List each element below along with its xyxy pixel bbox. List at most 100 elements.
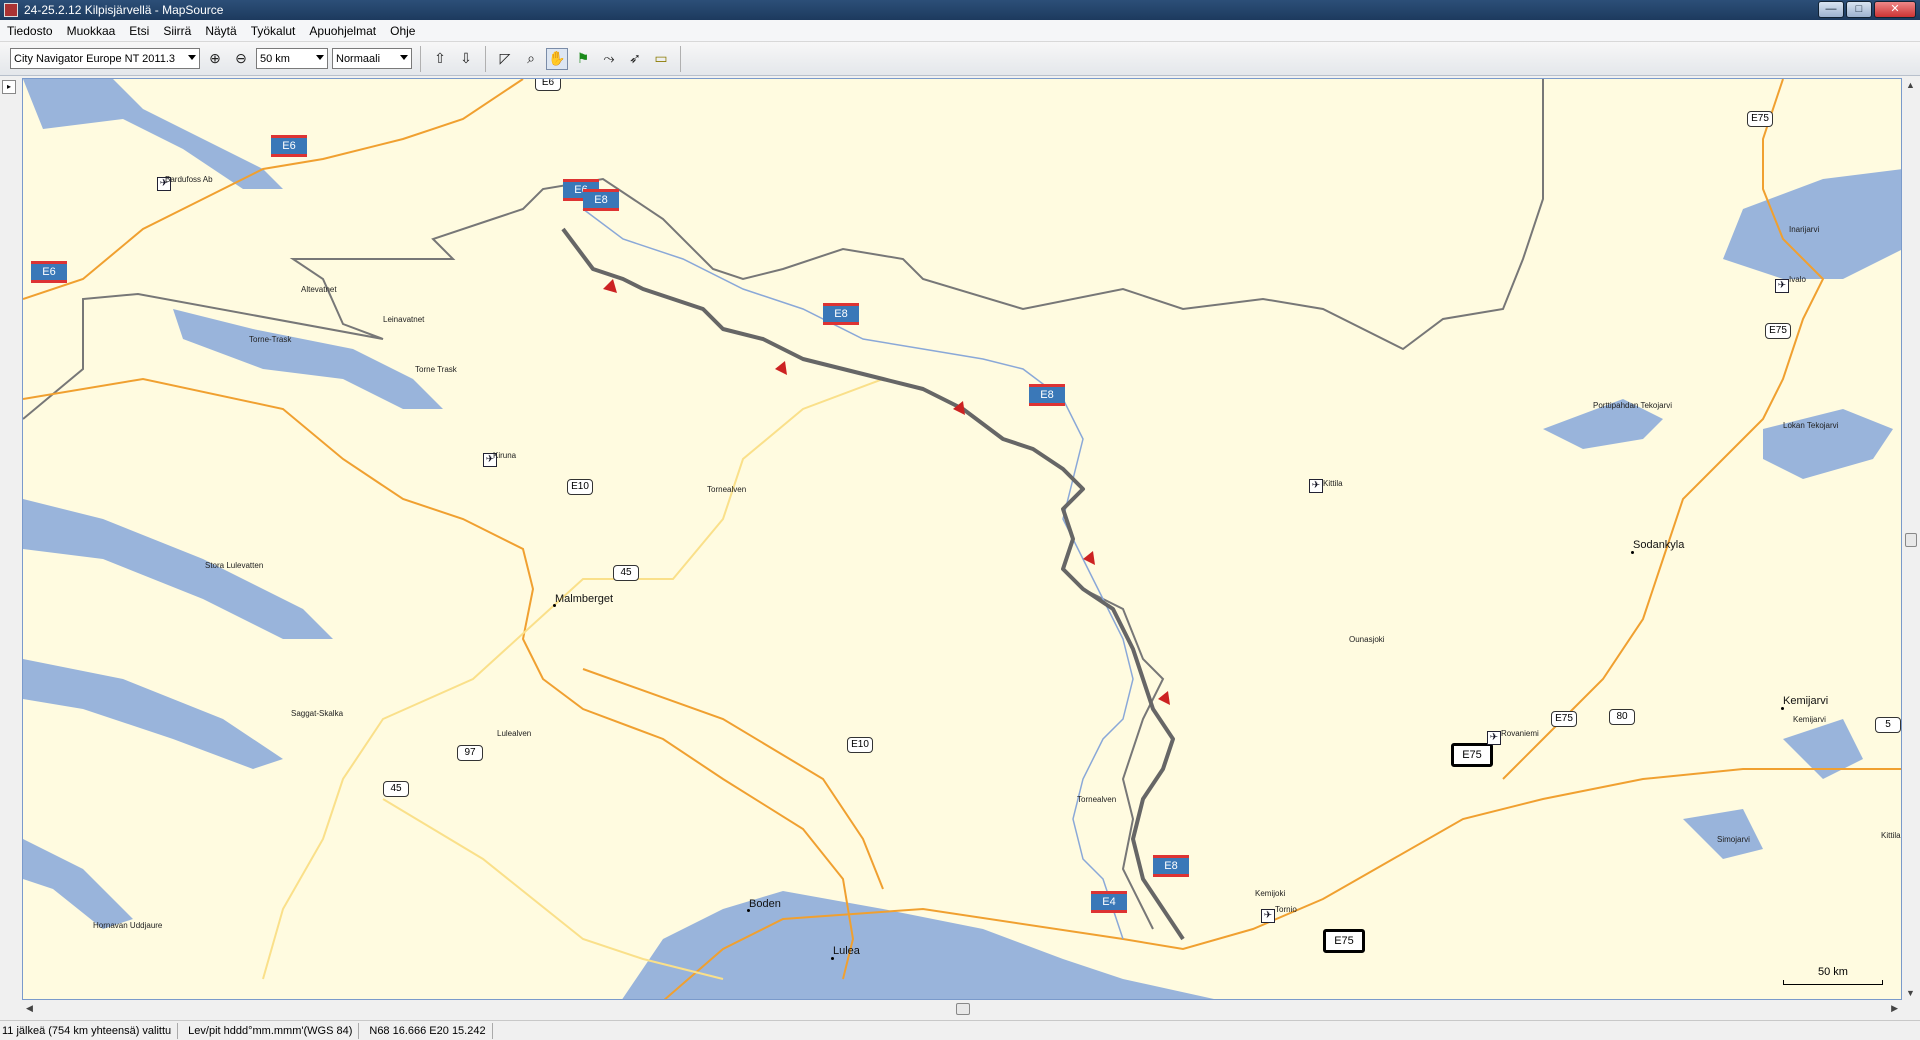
menu-bar: Tiedosto Muokkaa Etsi Siirrä Näytä Työka… — [0, 20, 1920, 42]
road-shield-e75: E75 — [1323, 929, 1365, 953]
lake — [23, 79, 283, 189]
detail-value: Normaali — [336, 52, 381, 65]
place-label: Kemijoki — [1255, 889, 1286, 898]
route-direction-marker — [775, 361, 787, 375]
road — [23, 377, 855, 980]
toolbar-separator — [485, 45, 486, 72]
close-button[interactable]: ✕ — [1874, 1, 1916, 18]
inarijarvi-lake — [1723, 169, 1901, 279]
toolbar-separator — [680, 45, 681, 72]
place-label: Porttipahdan Tekojarvi — [1593, 401, 1673, 410]
road-shield-e75: E75 — [1765, 323, 1791, 339]
status-cursor-coordinates: N68 16.666 E20 15.242 — [359, 1022, 493, 1039]
city-label: Sodankyla — [1633, 539, 1685, 551]
map-product-value: City Navigator Europe NT 2011.3 — [14, 52, 176, 65]
scroll-down-icon[interactable]: ▼ — [1906, 988, 1915, 998]
scroll-thumb[interactable] — [1905, 533, 1917, 547]
menu-muokkaa[interactable]: Muokkaa — [60, 24, 123, 38]
place-label: Torne-Trask — [249, 335, 292, 344]
gps-track — [561, 227, 1185, 941]
expand-panel-button[interactable]: ▸ — [2, 80, 16, 94]
road-shield-e6: E6 — [271, 135, 307, 157]
road-shield-e6: E6 — [535, 79, 561, 91]
menu-nayta[interactable]: Näytä — [198, 24, 243, 38]
road-shield-e4: E4 — [1091, 891, 1127, 913]
vertical-scrollbar[interactable]: ▲ ▼ — [1902, 78, 1920, 1000]
toolbar: City Navigator Europe NT 2011.3 ⊕ ⊖ 50 k… — [0, 42, 1920, 76]
window-title: 24-25.2.12 Kilpisjärvellä - MapSource — [24, 3, 224, 17]
map-canvas — [23, 79, 1901, 999]
selection-tool-icon[interactable]: ➶ — [624, 48, 646, 70]
chevron-down-icon — [400, 55, 408, 60]
lake — [23, 659, 283, 769]
place-label: Ounasjoki — [1349, 635, 1385, 644]
scroll-up-icon[interactable]: ▲ — [1906, 80, 1915, 90]
road-shield-80: 80 — [1609, 709, 1635, 725]
place-label: Stora Lulevatten — [205, 561, 264, 570]
send-to-device-icon[interactable]: ⇩ — [455, 48, 477, 70]
airport-icon: ✈ — [1775, 279, 1789, 293]
place-label: Kittila — [1881, 831, 1901, 840]
route-direction-marker — [1158, 691, 1170, 705]
receive-from-device-icon[interactable]: ⇧ — [429, 48, 451, 70]
minimize-button[interactable]: — — [1818, 1, 1844, 18]
scroll-right-icon[interactable]: ▶ — [1891, 1003, 1898, 1014]
scroll-left-icon[interactable]: ◀ — [26, 1003, 33, 1014]
map-tool-icon[interactable]: ◸ — [494, 48, 516, 70]
airport-icon: ✈ — [1261, 909, 1275, 923]
status-coordinate-format: Lev/pit hddd°mm.mmm'(WGS 84) — [178, 1022, 360, 1039]
city-marker — [831, 957, 834, 960]
maximize-button[interactable]: □ — [1846, 1, 1872, 18]
map-view[interactable]: E6 E6 E6 E8 E8 E8 E8 E4 E6 E10 45 97 45 … — [22, 78, 1902, 1000]
place-label: Rovaniemi — [1501, 729, 1539, 738]
route-tool-icon[interactable]: ⤳ — [598, 48, 620, 70]
place-label: Leinavatnet — [383, 315, 425, 324]
lokka-lake — [1763, 409, 1893, 479]
place-label: Saggat-Skalka — [291, 709, 344, 718]
city-marker — [1631, 551, 1634, 554]
zoom-tool-icon[interactable]: ⌕ — [520, 48, 542, 70]
scroll-thumb[interactable] — [956, 1003, 970, 1015]
title-bar: 24-25.2.12 Kilpisjärvellä - MapSource — … — [0, 0, 1920, 20]
zoom-in-icon[interactable]: ⊕ — [204, 48, 226, 70]
route-direction-marker — [603, 279, 617, 293]
road-shield-e8: E8 — [583, 189, 619, 211]
menu-tyokalut[interactable]: Työkalut — [244, 24, 303, 38]
left-panel-collapsed: ▸ — [0, 76, 22, 1020]
map-product-select[interactable]: City Navigator Europe NT 2011.3 — [10, 48, 200, 69]
gulf-of-bothnia — [622, 891, 1214, 999]
mapsource-app-icon — [4, 3, 18, 17]
place-label: Kittila — [1323, 479, 1343, 488]
menu-ohje[interactable]: Ohje — [383, 24, 422, 38]
menu-siirra[interactable]: Siirrä — [156, 24, 198, 38]
city-label: Kemijarvi — [1783, 695, 1829, 707]
waypoint-tool-icon[interactable]: ⚑ — [572, 48, 594, 70]
road — [262, 378, 884, 980]
place-label: Inarijarvi — [1789, 225, 1820, 234]
detail-select[interactable]: Normaali — [332, 48, 412, 69]
horizontal-scrollbar[interactable]: ◀ ▶ — [22, 1000, 1902, 1018]
road-shield-e75: E75 — [1551, 711, 1577, 727]
hand-tool-icon[interactable]: ✋ — [546, 47, 568, 70]
place-label: Lokan Tekojarvi — [1783, 421, 1839, 430]
chevron-down-icon — [188, 55, 196, 60]
lake — [1683, 809, 1763, 859]
road-shield-97: 97 — [457, 745, 483, 761]
road-shield-e8: E8 — [1029, 384, 1065, 406]
zoom-scale-select[interactable]: 50 km — [256, 48, 328, 69]
menu-tiedosto[interactable]: Tiedosto — [0, 24, 60, 38]
city-label: Malmberget — [555, 593, 614, 605]
city-label: Lulea — [833, 945, 860, 957]
place-label: Kiruna — [493, 451, 517, 460]
road-shield-e8: E8 — [1153, 855, 1189, 877]
zoom-out-icon[interactable]: ⊖ — [230, 48, 252, 70]
menu-apuohjelmat[interactable]: Apuohjelmat — [302, 24, 383, 38]
road-shield-e10: E10 — [847, 737, 873, 753]
road-shield-e75: E75 — [1747, 111, 1773, 127]
toolbar-separator — [420, 45, 421, 72]
measure-tool-icon[interactable]: ▭ — [650, 48, 672, 70]
menu-etsi[interactable]: Etsi — [122, 24, 156, 38]
lake — [23, 499, 333, 639]
place-label: Torne Trask — [415, 365, 457, 374]
place-label: Kemijarvi — [1793, 715, 1826, 724]
